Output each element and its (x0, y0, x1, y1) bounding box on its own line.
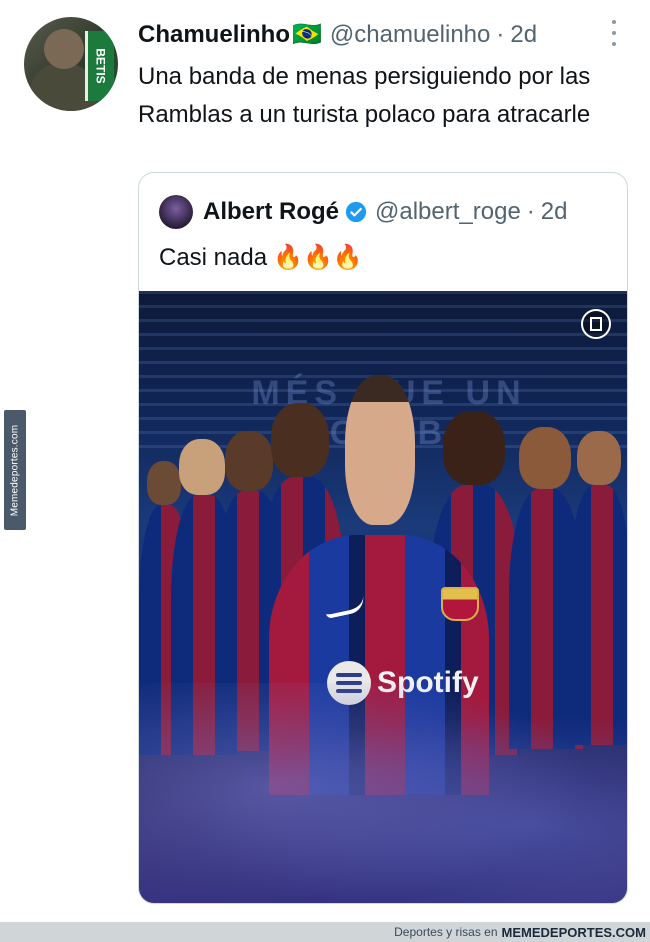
quoted-tweet-text-body: Casi nada (159, 244, 268, 271)
quoted-tweet-timestamp[interactable]: 2d (541, 198, 568, 226)
club-crest (441, 587, 479, 621)
avatar-figure-head (44, 29, 84, 69)
side-watermark-text: Memedeportes.com (9, 424, 21, 516)
avatar-shirt: BETIS (85, 31, 114, 101)
more-options-icon[interactable] (610, 20, 618, 46)
quoted-tweet-text: Casi nada 🔥🔥🔥 (159, 243, 363, 272)
quoted-tweet-media[interactable]: MÉS QUE UN CLUB (139, 291, 627, 903)
bottom-watermark-prefix: Deportes y risas en (394, 925, 498, 939)
tweet-timestamp[interactable]: 2d (510, 21, 537, 49)
fire-emoji: 🔥🔥🔥 (273, 244, 363, 271)
author-avatar[interactable]: BETIS (24, 17, 118, 111)
quoted-header-separator: · (526, 198, 535, 225)
tweet-header: Chamuelinho 🇧🇷 @chamuelinho · 2d (138, 20, 537, 49)
author-display-name[interactable]: Chamuelinho (138, 21, 290, 49)
quoted-author-handle[interactable]: @albert_roge (375, 198, 521, 226)
bottom-watermark-brand: MEMEDEPORTES.COM (501, 924, 646, 940)
gif-indicator-icon[interactable] (581, 309, 611, 339)
brazil-flag-emoji: 🇧🇷 (292, 21, 322, 48)
author-handle[interactable]: @chamuelinho (330, 21, 490, 49)
quoted-author-avatar[interactable] (159, 195, 193, 229)
quoted-tweet-card[interactable]: Albert Rogé @albert_roge · 2d Casi nada 🔥… (138, 172, 628, 904)
quoted-author-display-name[interactable]: Albert Rogé (203, 198, 339, 226)
verified-badge-icon (345, 201, 367, 223)
tweet-text: Una banda de menas persiguiendo por las … (138, 63, 591, 128)
header-separator: · (496, 20, 505, 48)
avatar-shirt-text: BETIS (94, 48, 108, 84)
quoted-tweet-header: Albert Rogé @albert_roge · 2d (159, 195, 568, 229)
side-watermark: Memedeportes.com (4, 410, 26, 530)
smoke-effect (139, 683, 627, 903)
bottom-watermark-bar: Deportes y risas en MEMEDEPORTES.COM (0, 922, 650, 942)
